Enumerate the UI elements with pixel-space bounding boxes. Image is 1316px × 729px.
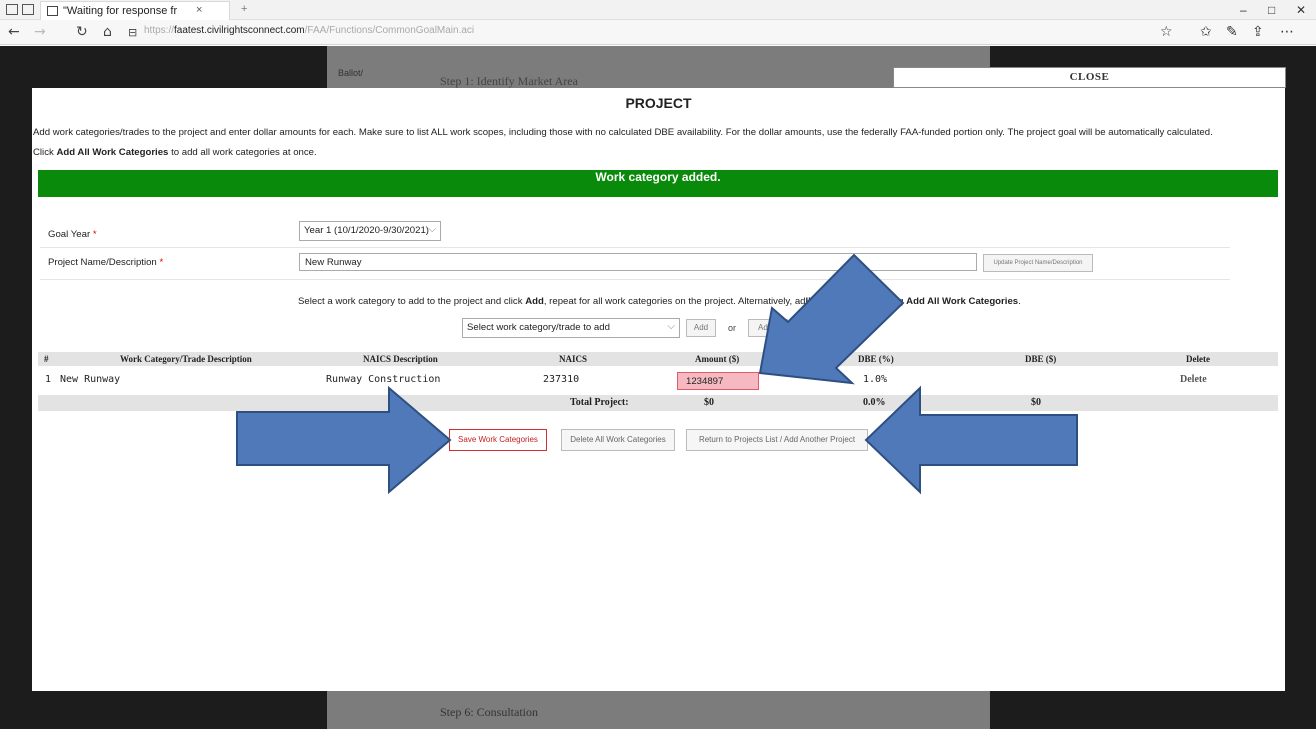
annotation-arrows: [236, 253, 1078, 495]
annotation-arrow-right: [236, 385, 452, 495]
annotation-arrow-diagonal: [758, 253, 905, 385]
annotation-arrow-left: [864, 385, 1078, 495]
